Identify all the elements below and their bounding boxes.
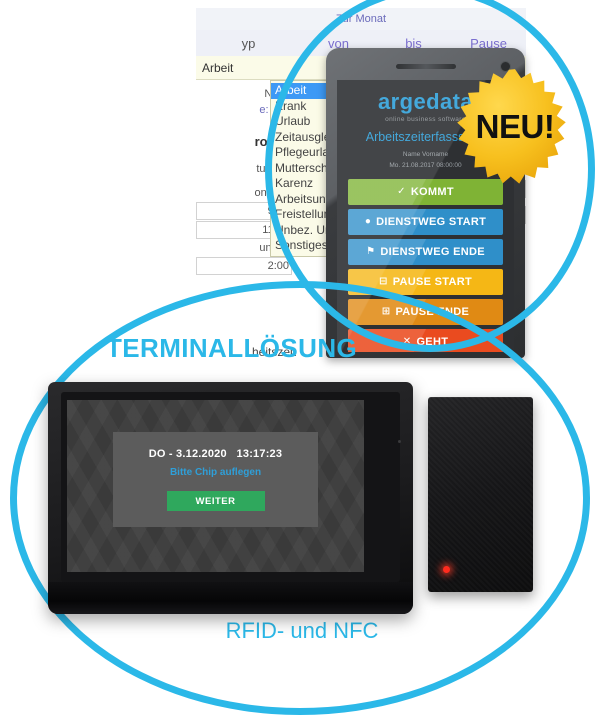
terminal-lcd-screen: DO - 3.12.2020 13:17:23 Bitte Chip aufle… [67, 400, 364, 572]
terminal-datetime: DO - 3.12.2020 13:17:23 [148, 448, 283, 460]
reader-status-led-icon [443, 566, 450, 573]
bg-column-typ: yp [241, 35, 256, 51]
terminal-device: DO - 3.12.2020 13:17:23 Bitte Chip aufle… [48, 382, 413, 614]
terminal-indicator-dot [398, 440, 401, 443]
terminal-base [48, 582, 413, 614]
label-rfid-nfc: RFID- und NFC [225, 618, 379, 643]
terminal-weiter-button[interactable]: WEITER [166, 491, 265, 511]
terminal-hint-text: Bitte Chip auflegen [169, 467, 262, 478]
promo-graphic: Zur Monat yp von bis Pause Arbeit Nach e… [0, 0, 604, 725]
rfid-reader-module [428, 397, 533, 592]
terminal-dialog-panel: DO - 3.12.2020 13:17:23 Bitte Chip aufle… [113, 432, 318, 527]
bg-value-total[interactable]: 2:00 [196, 257, 292, 275]
reader-edge-highlight [428, 397, 533, 592]
neu-badge: NEU! [456, 68, 574, 186]
label-terminalloesung: TERMINALLÖSUNG [106, 333, 358, 363]
neu-badge-label: NEU! [475, 108, 555, 145]
